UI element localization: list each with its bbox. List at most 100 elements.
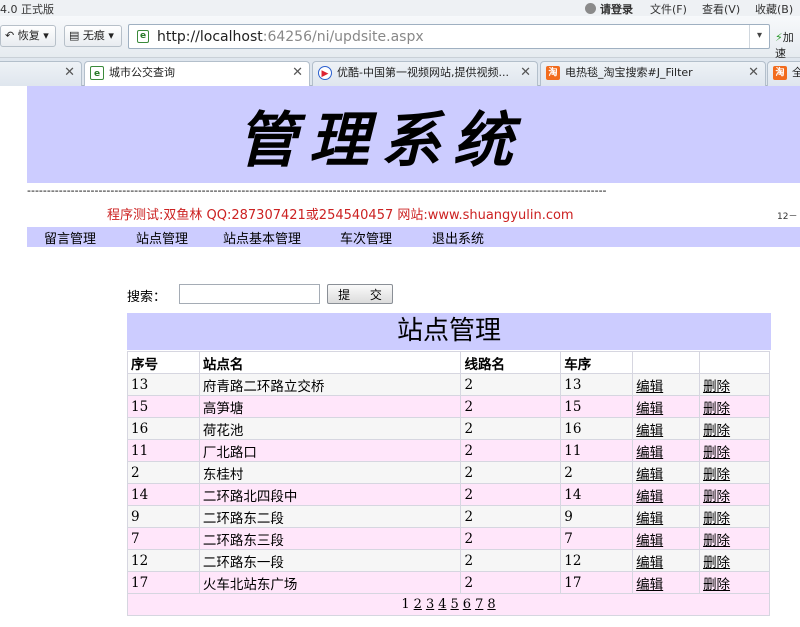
- taobao-icon: 淘: [773, 66, 787, 80]
- menu-view[interactable]: 查看(V): [702, 1, 740, 17]
- delete-link[interactable]: 删除: [703, 577, 730, 593]
- submit-button[interactable]: 提 交: [327, 284, 393, 304]
- cell-line: 2: [460, 549, 562, 572]
- delete-link[interactable]: 删除: [703, 533, 730, 549]
- cell-delete: 删除: [699, 417, 770, 440]
- edit-link[interactable]: 编辑: [636, 489, 663, 505]
- address-bar[interactable]: e http://localhost:64256/ni/updsite.aspx…: [128, 24, 770, 49]
- page-link[interactable]: 7: [475, 597, 483, 612]
- cell-id: 15: [127, 395, 200, 418]
- nav-station-basics[interactable]: 站点基本管理: [223, 228, 301, 247]
- edit-link[interactable]: 编辑: [636, 511, 663, 527]
- cell-edit: 编辑: [632, 483, 701, 506]
- private-mode-label: 无痕: [82, 29, 105, 42]
- nav-trips[interactable]: 车次管理: [340, 228, 392, 247]
- delete-link[interactable]: 删除: [703, 379, 730, 395]
- current-page: 1: [401, 597, 410, 612]
- edit-link[interactable]: 编辑: [636, 445, 663, 461]
- col-header-order: 车序: [560, 351, 634, 374]
- cell-delete: 删除: [699, 395, 770, 418]
- cell-station: 荷花池: [198, 417, 462, 440]
- delete-link[interactable]: 删除: [703, 445, 730, 461]
- author-info: 程序测试:双鱼林 QQ:287307421或254540457 网站:www.s…: [107, 208, 574, 223]
- main-nav: 留言管理 站点管理 站点基本管理 车次管理 退出系统: [27, 227, 800, 247]
- cell-id: 11: [127, 439, 200, 462]
- cell-edit: 编辑: [632, 549, 701, 572]
- table-row: 9 二环路东二段 2 9 编辑 删除: [127, 505, 770, 528]
- restore-button[interactable]: ↶ 恢复 ▾: [0, 25, 56, 47]
- header-banner: 管理系统: [27, 86, 800, 183]
- cell-station: 二环路东三段: [198, 527, 462, 550]
- login-link[interactable]: 请登录: [585, 1, 633, 17]
- tab-previous[interactable]: ✕: [0, 61, 82, 86]
- cell-delete: 删除: [699, 571, 770, 594]
- cell-edit: 编辑: [632, 373, 701, 396]
- tab-bus-query[interactable]: e 城市公交查询 ✕: [84, 61, 310, 87]
- page-icon: e: [90, 66, 104, 80]
- accelerate-button[interactable]: ⚡加速: [775, 29, 800, 61]
- browser-version: 4.0 正式版: [0, 3, 54, 16]
- edit-link[interactable]: 编辑: [636, 555, 663, 571]
- table-row: 11 厂北路口 2 11 编辑 删除: [127, 439, 770, 462]
- page-link[interactable]: 2: [414, 597, 422, 612]
- close-icon[interactable]: ✕: [64, 62, 75, 84]
- edit-link[interactable]: 编辑: [636, 533, 663, 549]
- search-label: 搜索：: [127, 290, 167, 305]
- cell-order: 7: [560, 527, 634, 550]
- cell-order: 2: [560, 461, 634, 484]
- url-path: :64256/ni/updsite.aspx: [262, 29, 424, 45]
- nav-logout[interactable]: 退出系统: [432, 228, 484, 247]
- edit-link[interactable]: 编辑: [636, 379, 663, 395]
- page-link[interactable]: 8: [487, 597, 495, 612]
- delete-link[interactable]: 删除: [703, 423, 730, 439]
- delete-link[interactable]: 删除: [703, 555, 730, 571]
- tab-youku[interactable]: ▶ 优酷-中国第一视频网站,提供视频... ✕: [312, 61, 538, 86]
- page-content: 管理系统 -----------------------------------…: [0, 86, 800, 627]
- page-link[interactable]: 3: [426, 597, 434, 612]
- cell-station: 二环路北四段中: [198, 483, 462, 506]
- tab-taobao[interactable]: 淘 电热毯_淘宝搜索#J_Filter ✕: [540, 61, 766, 86]
- shield-icon: ▤: [69, 29, 80, 42]
- cell-edit: 编辑: [632, 439, 701, 462]
- divider: ----------------------------------------…: [27, 184, 607, 197]
- close-icon[interactable]: ✕: [292, 62, 303, 84]
- user-icon: [585, 3, 596, 14]
- grid-title: 站点管理: [127, 313, 771, 350]
- edit-link[interactable]: 编辑: [636, 423, 663, 439]
- cell-line: 2: [460, 571, 562, 594]
- private-mode-button[interactable]: ▤ 无痕 ▾: [64, 25, 122, 47]
- table-row: 15 高笋塘 2 15 编辑 删除: [127, 395, 770, 418]
- cell-station: 高笋塘: [198, 395, 462, 418]
- edit-link[interactable]: 编辑: [636, 401, 663, 417]
- cell-line: 2: [460, 505, 562, 528]
- edit-link[interactable]: 编辑: [636, 467, 663, 483]
- page-link[interactable]: 4: [438, 597, 446, 612]
- nav-stations[interactable]: 站点管理: [136, 228, 188, 247]
- cell-order: 13: [560, 373, 634, 396]
- menu-file[interactable]: 文件(F): [650, 1, 687, 17]
- nav-messages[interactable]: 留言管理: [44, 228, 96, 247]
- table-header-row: 序号 站点名 线路名 车序: [127, 351, 770, 374]
- delete-link[interactable]: 删除: [703, 467, 730, 483]
- cell-delete: 删除: [699, 549, 770, 572]
- col-header-delete: [699, 351, 770, 374]
- cell-line: 2: [460, 373, 562, 396]
- cell-id: 12: [127, 549, 200, 572]
- menu-favorites[interactable]: 收藏(B): [755, 1, 793, 17]
- delete-link[interactable]: 删除: [703, 401, 730, 417]
- page-link[interactable]: 6: [463, 597, 471, 612]
- col-header-edit: [632, 351, 701, 374]
- address-url[interactable]: http://localhost:64256/ni/updsite.aspx: [157, 29, 424, 45]
- table-row: 14 二环路北四段中 2 14 编辑 删除: [127, 483, 770, 506]
- address-dropdown-icon[interactable]: ▾: [749, 25, 769, 48]
- delete-link[interactable]: 删除: [703, 511, 730, 527]
- tab-taobao-2[interactable]: 淘 全: [767, 61, 800, 86]
- cell-line: 2: [460, 527, 562, 550]
- page-link[interactable]: 5: [451, 597, 459, 612]
- close-icon[interactable]: ✕: [748, 62, 759, 84]
- taobao-icon: 淘: [546, 66, 560, 80]
- search-input[interactable]: [179, 284, 320, 304]
- delete-link[interactable]: 删除: [703, 489, 730, 505]
- edit-link[interactable]: 编辑: [636, 577, 663, 593]
- close-icon[interactable]: ✕: [520, 62, 531, 84]
